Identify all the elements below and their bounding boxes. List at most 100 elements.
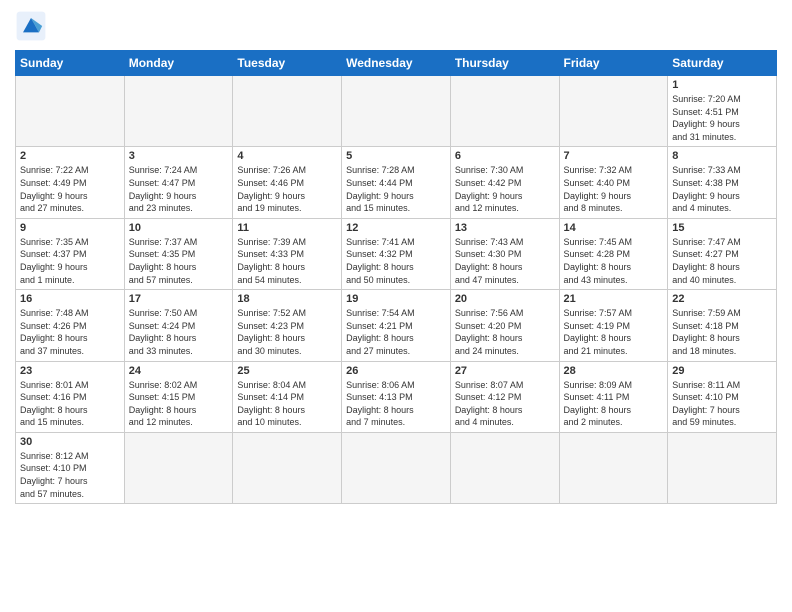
weekday-header-thursday: Thursday [450, 51, 559, 76]
calendar-cell: 24 Sunrise: 8:02 AM Sunset: 4:15 PM Dayli… [124, 361, 233, 432]
day-info: Sunrise: 7:50 AM Sunset: 4:24 PM Dayligh… [129, 307, 229, 357]
calendar-cell [559, 432, 668, 503]
calendar-cell [124, 432, 233, 503]
day-number: 30 [20, 436, 120, 448]
calendar-cell [450, 76, 559, 147]
day-number: 8 [672, 150, 772, 162]
day-number: 22 [672, 293, 772, 305]
day-info: Sunrise: 7:52 AM Sunset: 4:23 PM Dayligh… [237, 307, 337, 357]
day-info: Sunrise: 8:04 AM Sunset: 4:14 PM Dayligh… [237, 379, 337, 429]
day-info: Sunrise: 7:59 AM Sunset: 4:18 PM Dayligh… [672, 307, 772, 357]
calendar: SundayMondayTuesdayWednesdayThursdayFrid… [15, 50, 777, 504]
calendar-cell: 18 Sunrise: 7:52 AM Sunset: 4:23 PM Dayli… [233, 290, 342, 361]
calendar-cell: 6Sunrise: 7:30 AM Sunset: 4:42 PM Daylig… [450, 147, 559, 218]
day-number: 23 [20, 365, 120, 377]
calendar-cell: 2 Sunrise: 7:22 AM Sunset: 4:49 PM Daylig… [16, 147, 125, 218]
day-info: Sunrise: 7:43 AM Sunset: 4:30 PM Dayligh… [455, 236, 555, 286]
calendar-cell: 3Sunrise: 7:24 AM Sunset: 4:47 PM Daylig… [124, 147, 233, 218]
header [15, 10, 777, 42]
calendar-cell: 22 Sunrise: 7:59 AM Sunset: 4:18 PM Dayli… [668, 290, 777, 361]
calendar-cell: 20 Sunrise: 7:56 AM Sunset: 4:20 PM Dayli… [450, 290, 559, 361]
day-info: Sunrise: 7:24 AM Sunset: 4:47 PM Dayligh… [129, 164, 229, 214]
week-row-6: 30 Sunrise: 8:12 AM Sunset: 4:10 PM Dayli… [16, 432, 777, 503]
day-info: Sunrise: 7:47 AM Sunset: 4:27 PM Dayligh… [672, 236, 772, 286]
day-info: Sunrise: 7:22 AM Sunset: 4:49 PM Dayligh… [20, 164, 120, 214]
day-info: Sunrise: 7:45 AM Sunset: 4:28 PM Dayligh… [564, 236, 664, 286]
general-blue-icon [15, 10, 47, 42]
calendar-cell [233, 432, 342, 503]
day-number: 28 [564, 365, 664, 377]
logo [15, 10, 51, 42]
day-info: Sunrise: 7:41 AM Sunset: 4:32 PM Dayligh… [346, 236, 446, 286]
calendar-cell: 27 Sunrise: 8:07 AM Sunset: 4:12 PM Dayli… [450, 361, 559, 432]
day-number: 9 [20, 222, 120, 234]
calendar-cell [16, 76, 125, 147]
day-number: 5 [346, 150, 446, 162]
day-info: Sunrise: 7:57 AM Sunset: 4:19 PM Dayligh… [564, 307, 664, 357]
day-number: 13 [455, 222, 555, 234]
day-info: Sunrise: 7:39 AM Sunset: 4:33 PM Dayligh… [237, 236, 337, 286]
day-number: 26 [346, 365, 446, 377]
calendar-cell: 9Sunrise: 7:35 AM Sunset: 4:37 PM Daylig… [16, 218, 125, 289]
day-info: Sunrise: 8:11 AM Sunset: 4:10 PM Dayligh… [672, 379, 772, 429]
calendar-cell: 17Sunrise: 7:50 AM Sunset: 4:24 PM Dayli… [124, 290, 233, 361]
calendar-cell: 23 Sunrise: 8:01 AM Sunset: 4:16 PM Dayli… [16, 361, 125, 432]
day-info: Sunrise: 7:30 AM Sunset: 4:42 PM Dayligh… [455, 164, 555, 214]
day-number: 2 [20, 150, 120, 162]
calendar-cell: 7Sunrise: 7:32 AM Sunset: 4:40 PM Daylig… [559, 147, 668, 218]
day-number: 24 [129, 365, 229, 377]
day-number: 1 [672, 79, 772, 91]
day-number: 21 [564, 293, 664, 305]
day-number: 14 [564, 222, 664, 234]
calendar-cell [124, 76, 233, 147]
weekday-header-friday: Friday [559, 51, 668, 76]
week-row-4: 16Sunrise: 7:48 AM Sunset: 4:26 PM Dayli… [16, 290, 777, 361]
calendar-cell: 12 Sunrise: 7:41 AM Sunset: 4:32 PM Dayli… [342, 218, 451, 289]
calendar-cell: 28 Sunrise: 8:09 AM Sunset: 4:11 PM Dayli… [559, 361, 668, 432]
weekday-header-sunday: Sunday [16, 51, 125, 76]
day-info: Sunrise: 7:56 AM Sunset: 4:20 PM Dayligh… [455, 307, 555, 357]
calendar-cell: 8 Sunrise: 7:33 AM Sunset: 4:38 PM Daylig… [668, 147, 777, 218]
calendar-cell: 25Sunrise: 8:04 AM Sunset: 4:14 PM Dayli… [233, 361, 342, 432]
day-info: Sunrise: 7:26 AM Sunset: 4:46 PM Dayligh… [237, 164, 337, 214]
day-number: 19 [346, 293, 446, 305]
calendar-cell: 13 Sunrise: 7:43 AM Sunset: 4:30 PM Dayli… [450, 218, 559, 289]
calendar-cell: 14 Sunrise: 7:45 AM Sunset: 4:28 PM Dayli… [559, 218, 668, 289]
day-info: Sunrise: 8:02 AM Sunset: 4:15 PM Dayligh… [129, 379, 229, 429]
day-info: Sunrise: 8:01 AM Sunset: 4:16 PM Dayligh… [20, 379, 120, 429]
calendar-cell [342, 432, 451, 503]
page: SundayMondayTuesdayWednesdayThursdayFrid… [0, 0, 792, 612]
weekday-header-wednesday: Wednesday [342, 51, 451, 76]
day-number: 20 [455, 293, 555, 305]
day-number: 27 [455, 365, 555, 377]
day-info: Sunrise: 7:37 AM Sunset: 4:35 PM Dayligh… [129, 236, 229, 286]
calendar-cell [668, 432, 777, 503]
day-info: Sunrise: 7:33 AM Sunset: 4:38 PM Dayligh… [672, 164, 772, 214]
calendar-cell: 4Sunrise: 7:26 AM Sunset: 4:46 PM Daylig… [233, 147, 342, 218]
day-number: 12 [346, 222, 446, 234]
day-info: Sunrise: 8:12 AM Sunset: 4:10 PM Dayligh… [20, 450, 120, 500]
day-info: Sunrise: 8:06 AM Sunset: 4:13 PM Dayligh… [346, 379, 446, 429]
day-number: 10 [129, 222, 229, 234]
weekday-header-tuesday: Tuesday [233, 51, 342, 76]
day-number: 18 [237, 293, 337, 305]
calendar-cell: 29 Sunrise: 8:11 AM Sunset: 4:10 PM Dayli… [668, 361, 777, 432]
day-number: 15 [672, 222, 772, 234]
weekday-header-saturday: Saturday [668, 51, 777, 76]
calendar-cell: 5 Sunrise: 7:28 AM Sunset: 4:44 PM Daylig… [342, 147, 451, 218]
day-info: Sunrise: 8:07 AM Sunset: 4:12 PM Dayligh… [455, 379, 555, 429]
calendar-cell: 26 Sunrise: 8:06 AM Sunset: 4:13 PM Dayli… [342, 361, 451, 432]
day-info: Sunrise: 8:09 AM Sunset: 4:11 PM Dayligh… [564, 379, 664, 429]
day-info: Sunrise: 7:28 AM Sunset: 4:44 PM Dayligh… [346, 164, 446, 214]
calendar-cell: 1 Sunrise: 7:20 AM Sunset: 4:51 PM Daylig… [668, 76, 777, 147]
calendar-cell: 21 Sunrise: 7:57 AM Sunset: 4:19 PM Dayli… [559, 290, 668, 361]
calendar-cell [233, 76, 342, 147]
day-number: 16 [20, 293, 120, 305]
week-row-2: 2 Sunrise: 7:22 AM Sunset: 4:49 PM Daylig… [16, 147, 777, 218]
day-info: Sunrise: 7:20 AM Sunset: 4:51 PM Dayligh… [672, 93, 772, 143]
calendar-cell: 11Sunrise: 7:39 AM Sunset: 4:33 PM Dayli… [233, 218, 342, 289]
day-number: 29 [672, 365, 772, 377]
week-row-1: 1 Sunrise: 7:20 AM Sunset: 4:51 PM Daylig… [16, 76, 777, 147]
day-info: Sunrise: 7:54 AM Sunset: 4:21 PM Dayligh… [346, 307, 446, 357]
calendar-cell: 10 Sunrise: 7:37 AM Sunset: 4:35 PM Dayli… [124, 218, 233, 289]
